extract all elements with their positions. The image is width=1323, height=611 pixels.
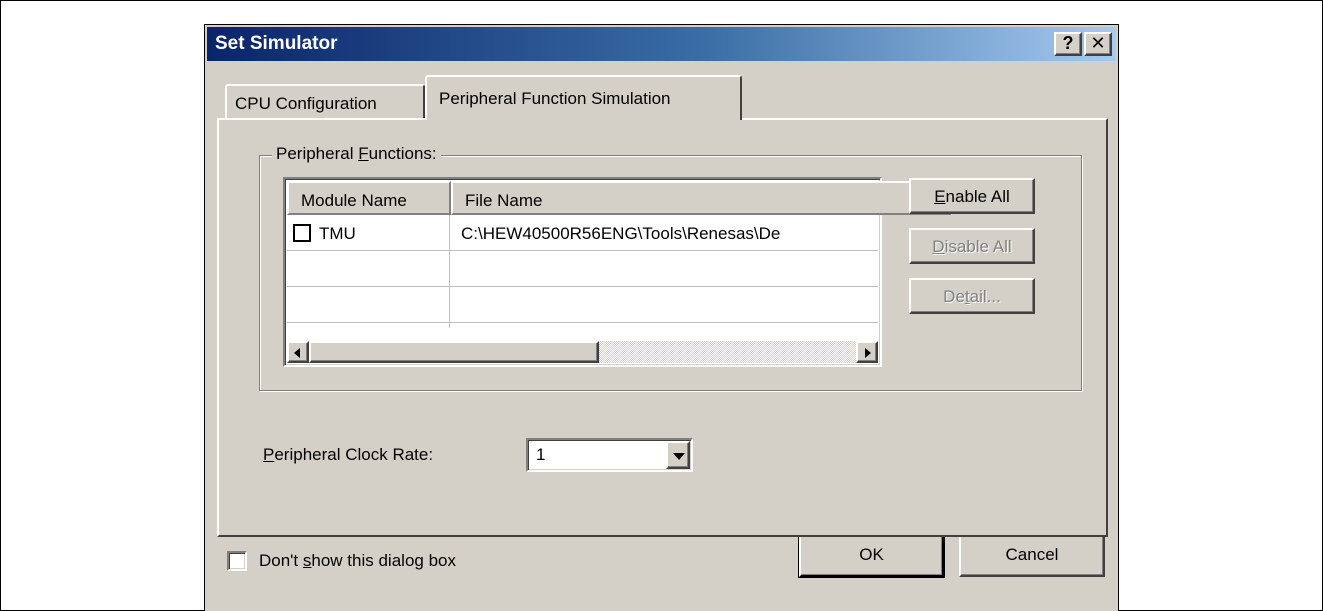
- list-row: [287, 287, 878, 323]
- arrow-left-icon: [294, 348, 300, 358]
- set-simulator-dialog: Set Simulator ? ✕ CPU Configuration Peri…: [204, 24, 1119, 611]
- dropdown-button[interactable]: [666, 441, 690, 469]
- cancel-button[interactable]: Cancel: [959, 532, 1105, 577]
- list-rows: TMU C:\HEW40500R56ENG\Tools\Renesas\De: [287, 215, 878, 328]
- tab-panel: Peripheral Functions: Module Name File N…: [217, 118, 1108, 537]
- horizontal-scrollbar[interactable]: [287, 341, 878, 363]
- module-checkbox[interactable]: [293, 224, 311, 242]
- dont-show-checkbox[interactable]: [227, 551, 247, 571]
- list-row[interactable]: TMU C:\HEW40500R56ENG\Tools\Renesas\De: [287, 215, 878, 251]
- module-cell: TMU: [293, 215, 449, 251]
- column-header-module-name[interactable]: Module Name: [287, 181, 451, 215]
- list-header: Module Name File Name: [287, 181, 951, 215]
- module-name: TMU: [319, 224, 356, 243]
- tab-label: CPU Configuration: [235, 94, 377, 113]
- clock-rate-value: 1: [536, 445, 546, 464]
- file-name-cell: C:\HEW40500R56ENG\Tools\Renesas\De: [461, 224, 781, 243]
- dialog-title: Set Simulator: [215, 33, 338, 54]
- disable-all-button[interactable]: Disable All: [909, 228, 1035, 264]
- dont-show-label: Don't show this dialog box: [259, 551, 456, 570]
- arrow-right-icon: [865, 348, 871, 358]
- peripheral-functions-list[interactable]: Module Name File Name TMU C:\HEW40500R56…: [283, 177, 951, 367]
- scroll-left-button[interactable]: [287, 341, 309, 363]
- title-bar[interactable]: Set Simulator ? ✕: [207, 27, 1116, 61]
- detail-button[interactable]: Detail...: [909, 278, 1035, 314]
- tab-label: Peripheral Function Simulation: [439, 89, 671, 108]
- column-header-file-name[interactable]: File Name: [451, 181, 951, 215]
- list-row: [287, 251, 878, 287]
- peripheral-clock-rate-label: Peripheral Clock Rate:: [263, 445, 434, 464]
- group-label: Peripheral Functions:: [272, 144, 441, 164]
- scroll-thumb[interactable]: [309, 341, 599, 363]
- close-icon: ✕: [1090, 33, 1106, 53]
- peripheral-clock-rate-select[interactable]: 1: [526, 438, 693, 472]
- scroll-right-button[interactable]: [856, 341, 878, 363]
- help-button[interactable]: ?: [1054, 32, 1082, 56]
- chevron-down-icon: [673, 453, 685, 460]
- ok-button[interactable]: OK: [798, 531, 945, 578]
- enable-all-button[interactable]: Enable All: [909, 178, 1035, 214]
- tab-cpu-configuration[interactable]: CPU Configuration: [225, 84, 425, 118]
- tab-peripheral-function-simulation[interactable]: Peripheral Function Simulation: [425, 75, 742, 120]
- close-button[interactable]: ✕: [1084, 32, 1112, 56]
